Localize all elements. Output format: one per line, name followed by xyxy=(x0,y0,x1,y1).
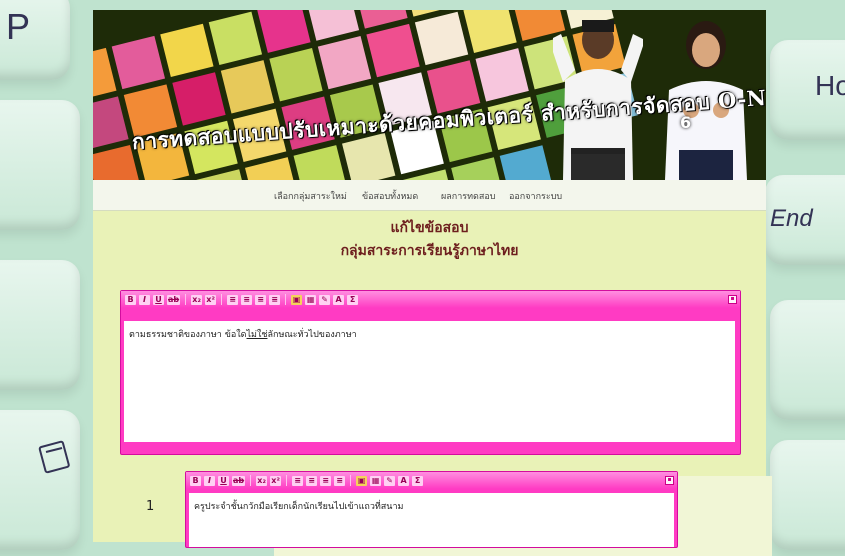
highlight-icon[interactable]: ✎ xyxy=(384,475,396,486)
banner-grade: 6 xyxy=(680,113,692,132)
keyboard-key xyxy=(0,260,80,390)
image-icon[interactable]: ▣ xyxy=(291,294,303,305)
sigma-button[interactable]: Σ xyxy=(347,294,359,305)
question-text-after: ลักษณะทั่วไปของภาษา xyxy=(267,330,357,340)
font-color-button[interactable]: A xyxy=(333,294,345,305)
navigation-bar: เลือกกลุ่มสาระใหม่ ข้อสอบทั้งหมด ผลการทด… xyxy=(93,180,766,211)
answer-text-area[interactable]: ครูประจำชั้นกวักมือเรียกเด็กนักเรียนไปเข… xyxy=(189,493,674,547)
align-center-icon[interactable]: ≡ xyxy=(241,294,253,305)
italic-button[interactable]: I xyxy=(204,475,215,486)
calculator-icon xyxy=(38,440,70,474)
editor-toolbar: B I U ab x₂ x² ≡ ≡ ≡ ≡ ▣ ▦ ✎ A Σ xyxy=(121,291,740,308)
question-text-underlined: ไม่ใช่ xyxy=(246,330,268,340)
question-text-area[interactable]: ตามธรรมชาติของภาษา ข้อใดไม่ใช่ลักษณะทั่ว… xyxy=(124,321,735,442)
sigma-button[interactable]: Σ xyxy=(412,475,424,486)
question-editor: B I U ab x₂ x² ≡ ≡ ≡ ≡ ▣ ▦ ✎ A Σ ▪ ตามธร… xyxy=(120,290,741,455)
underline-button[interactable]: U xyxy=(153,294,164,305)
bold-button[interactable]: B xyxy=(125,294,136,305)
toolbar-separator xyxy=(185,294,187,305)
highlight-icon[interactable]: ✎ xyxy=(319,294,331,305)
align-justify-icon[interactable]: ≡ xyxy=(269,294,281,305)
nav-test-results[interactable]: ผลการทดสอบ xyxy=(441,189,496,203)
strikethrough-button[interactable]: ab xyxy=(232,475,246,486)
answer-editor: B I U ab x₂ x² ≡ ≡ ≡ ≡ ▣ ▦ ✎ A Σ ▪ ครูปร… xyxy=(185,471,678,548)
bold-button[interactable]: B xyxy=(190,475,201,486)
keyboard-key xyxy=(0,100,80,230)
keyboard-key xyxy=(770,300,845,420)
keyboard-key xyxy=(770,440,845,550)
nav-all-questions[interactable]: ข้อสอบทั้งหมด xyxy=(362,189,418,203)
image-icon[interactable]: ▣ xyxy=(356,475,368,486)
strikethrough-button[interactable]: ab xyxy=(167,294,181,305)
keyboard-key xyxy=(0,410,80,550)
table-icon[interactable]: ▦ xyxy=(305,294,317,305)
align-right-icon[interactable]: ≡ xyxy=(320,475,332,486)
page-subtitle: กลุ่มสาระการเรียนรู้ภาษาไทย xyxy=(340,243,519,259)
main-page: การทดสอบแบบปรับเหมาะด้วยคอมพิวเตอร์ สำหร… xyxy=(93,10,772,556)
align-center-icon[interactable]: ≡ xyxy=(306,475,318,486)
align-right-icon[interactable]: ≡ xyxy=(255,294,267,305)
subscript-button[interactable]: x₂ xyxy=(256,475,268,486)
answer-editor-toolbar: B I U ab x₂ x² ≡ ≡ ≡ ≡ ▣ ▦ ✎ A Σ xyxy=(186,472,677,489)
collapse-icon[interactable]: ▪ xyxy=(665,476,674,485)
nav-select-subject[interactable]: เลือกกลุ่มสาระใหม่ xyxy=(274,189,347,203)
toolbar-separator xyxy=(350,475,352,486)
font-color-button[interactable]: A xyxy=(398,475,410,486)
table-icon[interactable]: ▦ xyxy=(370,475,382,486)
align-justify-icon[interactable]: ≡ xyxy=(334,475,346,486)
answer-text: ครูประจำชั้นกวักมือเรียกเด็กนักเรียนไปเข… xyxy=(194,502,404,512)
superscript-button[interactable]: x² xyxy=(205,294,217,305)
nav-logout[interactable]: ออกจากระบบ xyxy=(509,189,562,203)
align-left-icon[interactable]: ≡ xyxy=(227,294,239,305)
answer-number: 1 xyxy=(146,499,155,514)
key-label-p: P xyxy=(6,6,31,47)
page-title: แก้ไขข้อสอบ xyxy=(390,220,469,236)
toolbar-separator xyxy=(285,294,287,305)
key-label-end: End xyxy=(770,205,813,232)
align-left-icon[interactable]: ≡ xyxy=(292,475,304,486)
superscript-button[interactable]: x² xyxy=(270,475,282,486)
underline-button[interactable]: U xyxy=(218,475,229,486)
question-text-before: ตามธรรมชาติของภาษา ข้อใด xyxy=(129,330,247,340)
key-label-home: Ho xyxy=(815,70,845,101)
collapse-icon[interactable]: ▪ xyxy=(728,295,737,304)
toolbar-separator xyxy=(286,475,288,486)
header-banner: การทดสอบแบบปรับเหมาะด้วยคอมพิวเตอร์ สำหร… xyxy=(93,10,766,180)
subscript-button[interactable]: x₂ xyxy=(191,294,203,305)
toolbar-separator xyxy=(221,294,223,305)
toolbar-separator xyxy=(250,475,252,486)
italic-button[interactable]: I xyxy=(139,294,150,305)
